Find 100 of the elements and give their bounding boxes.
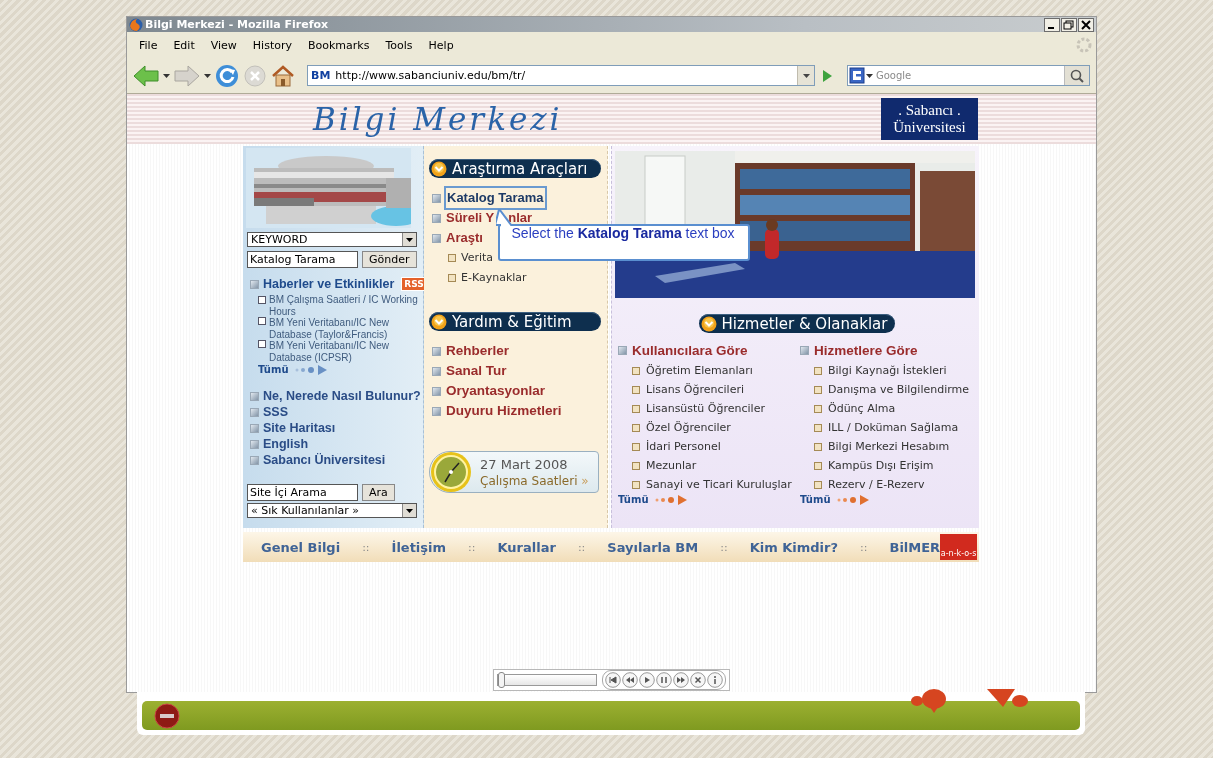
group-heading[interactable]: Hizmetlere Göre <box>814 343 918 358</box>
help-link[interactable]: Sanal Tur <box>446 361 507 381</box>
service-link[interactable]: Bilgi Kaynağı İstekleri <box>828 361 947 380</box>
site-search-field[interactable]: Site İçi Arama <box>247 484 358 501</box>
close-icon[interactable] <box>690 672 706 688</box>
help-link[interactable]: Oryantasyonlar <box>446 381 546 401</box>
menu-item[interactable]: Bookmarks <box>300 37 378 53</box>
chevron-circle-icon <box>431 160 447 177</box>
window-title: Bilgi Merkezi - Mozilla Firefox <box>145 18 330 31</box>
minus-circle-icon[interactable] <box>154 702 180 729</box>
partner-logo[interactable]: a-n-k-o-s <box>940 534 977 560</box>
minimize-button[interactable] <box>1044 17 1060 32</box>
group-heading[interactable]: Kullanıcılara Göre <box>632 343 748 358</box>
separator: :: <box>860 540 868 554</box>
help-link[interactable]: Duyuru Hizmetleri <box>446 401 562 421</box>
more-link[interactable]: Tümü <box>258 364 289 375</box>
square-bullet-icon <box>258 317 266 325</box>
tool-link[interactable]: nlar <box>508 208 533 228</box>
chevron-circle-icon <box>700 315 717 332</box>
menu-item[interactable]: File <box>131 37 166 53</box>
square-bullet-icon <box>814 442 822 451</box>
caret-icon <box>406 237 413 242</box>
footer-link[interactable]: Kurallar <box>497 539 556 555</box>
bullet-icon <box>250 407 259 417</box>
sidebar-link[interactable]: Ne, Nerede Nasıl Bulunur? <box>263 388 421 404</box>
service-link[interactable]: Danışma ve Bilgilendirme <box>828 380 970 399</box>
skip-back-icon[interactable] <box>605 672 621 688</box>
help-link[interactable]: Rehberler <box>446 341 510 361</box>
more-link[interactable]: Tümü <box>618 494 649 505</box>
sidebar-link[interactable]: Sabancı Üniversitesi <box>263 452 386 468</box>
service-link[interactable]: Kampüs Dışı Erişim <box>828 456 934 475</box>
bullet-icon <box>432 346 441 356</box>
home-icon[interactable] <box>271 63 295 88</box>
service-link[interactable]: Özel Öğrenciler <box>646 418 731 437</box>
sidebar-link[interactable]: SSS <box>263 404 288 420</box>
university-logo[interactable]: . Sabancı . Üniversitesi <box>881 98 978 140</box>
service-link[interactable]: Öğretim Elemanları <box>646 361 753 380</box>
service-link[interactable]: Ödünç Alma <box>828 399 896 418</box>
tool-link[interactable]: Katalog Tarama <box>446 188 545 208</box>
search-icon[interactable] <box>1070 68 1084 83</box>
progress-slider[interactable] <box>497 674 597 686</box>
sidebar-link[interactable]: English <box>263 436 309 452</box>
service-link[interactable]: Bilgi Merkezi Hesabım <box>828 437 950 456</box>
service-link[interactable]: Lisans Öğrencileri <box>646 380 745 399</box>
service-link[interactable]: ILL / Doküman Sağlama <box>828 418 959 437</box>
fast-forward-icon[interactable] <box>673 672 689 688</box>
separator: :: <box>577 540 586 554</box>
square-bullet-icon <box>258 340 266 348</box>
bullet-icon <box>432 406 441 416</box>
address-bar[interactable]: BM http://www.sabanciuniv.edu/bm/tr/ <box>307 65 815 86</box>
separator: :: <box>720 540 728 554</box>
footer-link[interactable]: Genel Bilgi <box>261 539 341 555</box>
square-bullet-icon <box>814 423 822 432</box>
service-link[interactable]: İdari Personel <box>646 437 721 456</box>
bullet-icon <box>432 233 441 243</box>
reload-icon[interactable] <box>215 63 239 88</box>
tool-link[interactable]: Araştı <box>446 228 483 248</box>
footer-link[interactable]: İletişim <box>391 539 447 555</box>
footer-link[interactable]: Sayılarla BM <box>607 539 699 555</box>
hours-link[interactable]: Çalışma Saatleri » <box>480 473 589 488</box>
news-heading[interactable]: Haberler ve Etkinlikler <box>263 277 395 291</box>
bullet-icon <box>250 455 259 465</box>
back-arrow-icon[interactable] <box>133 64 159 87</box>
service-link[interactable]: Sanayi ve Ticari Kuruluşlar <box>646 475 792 494</box>
menu-item[interactable]: History <box>244 37 300 53</box>
search-type-dropdown[interactable]: KEYWORD <box>247 232 417 247</box>
menu-item[interactable]: Tools <box>377 37 421 53</box>
menu-item[interactable]: Help <box>420 37 462 53</box>
menu-item[interactable]: View <box>202 37 245 53</box>
footer-link[interactable]: Kim Kimdir? <box>749 539 839 555</box>
pause-icon[interactable] <box>656 672 672 688</box>
news-link[interactable]: BM Çalışma Saatleri / IC Working Hours <box>269 294 422 317</box>
search-button[interactable]: Ara <box>362 484 395 501</box>
caret-icon <box>406 508 413 513</box>
maximize-button[interactable] <box>1061 17 1077 32</box>
service-link[interactable]: Lisansüstü Öğrenciler <box>646 399 765 418</box>
play-icon[interactable] <box>639 672 655 688</box>
menu-item[interactable]: Edit <box>165 37 203 53</box>
footer-link[interactable]: BilMER <box>889 539 941 555</box>
section-title: Hizmetler & Olanaklar <box>721 314 888 333</box>
tool-sublink[interactable]: Verita <box>461 248 494 268</box>
news-link[interactable]: BM Yeni Veritabanı/IC New Database (ICPSR) <box>269 340 422 363</box>
catalog-search-field[interactable]: Katalog Tarama <box>247 251 358 268</box>
square-bullet-icon <box>814 385 822 394</box>
sidebar-link[interactable]: Site Haritası <box>263 420 336 436</box>
more-link[interactable]: Tümü <box>800 494 831 505</box>
section-title: Yardım & Eğitim <box>452 312 572 331</box>
favorites-dropdown[interactable]: « Sık Kullanılanlar » <box>247 503 417 518</box>
close-button[interactable] <box>1078 17 1094 32</box>
site-logo[interactable]: Bilgi Merkezi <box>313 101 881 137</box>
news-link[interactable]: BM Yeni Veritabanı/IC New Database (Taylor&Francis) <box>269 317 422 340</box>
info-icon[interactable] <box>707 672 723 688</box>
bullet-icon <box>432 366 441 376</box>
search-field[interactable]: Google <box>847 65 1090 86</box>
tool-link[interactable]: Süreli Y <box>446 208 495 228</box>
service-link[interactable]: Rezerv / E-Rezerv <box>828 475 925 494</box>
service-link[interactable]: Mezunlar <box>646 456 697 475</box>
tool-sublink[interactable]: E-Kaynaklar <box>461 268 527 288</box>
rewind-icon[interactable] <box>622 672 638 688</box>
submit-button[interactable]: Gönder <box>362 251 417 268</box>
